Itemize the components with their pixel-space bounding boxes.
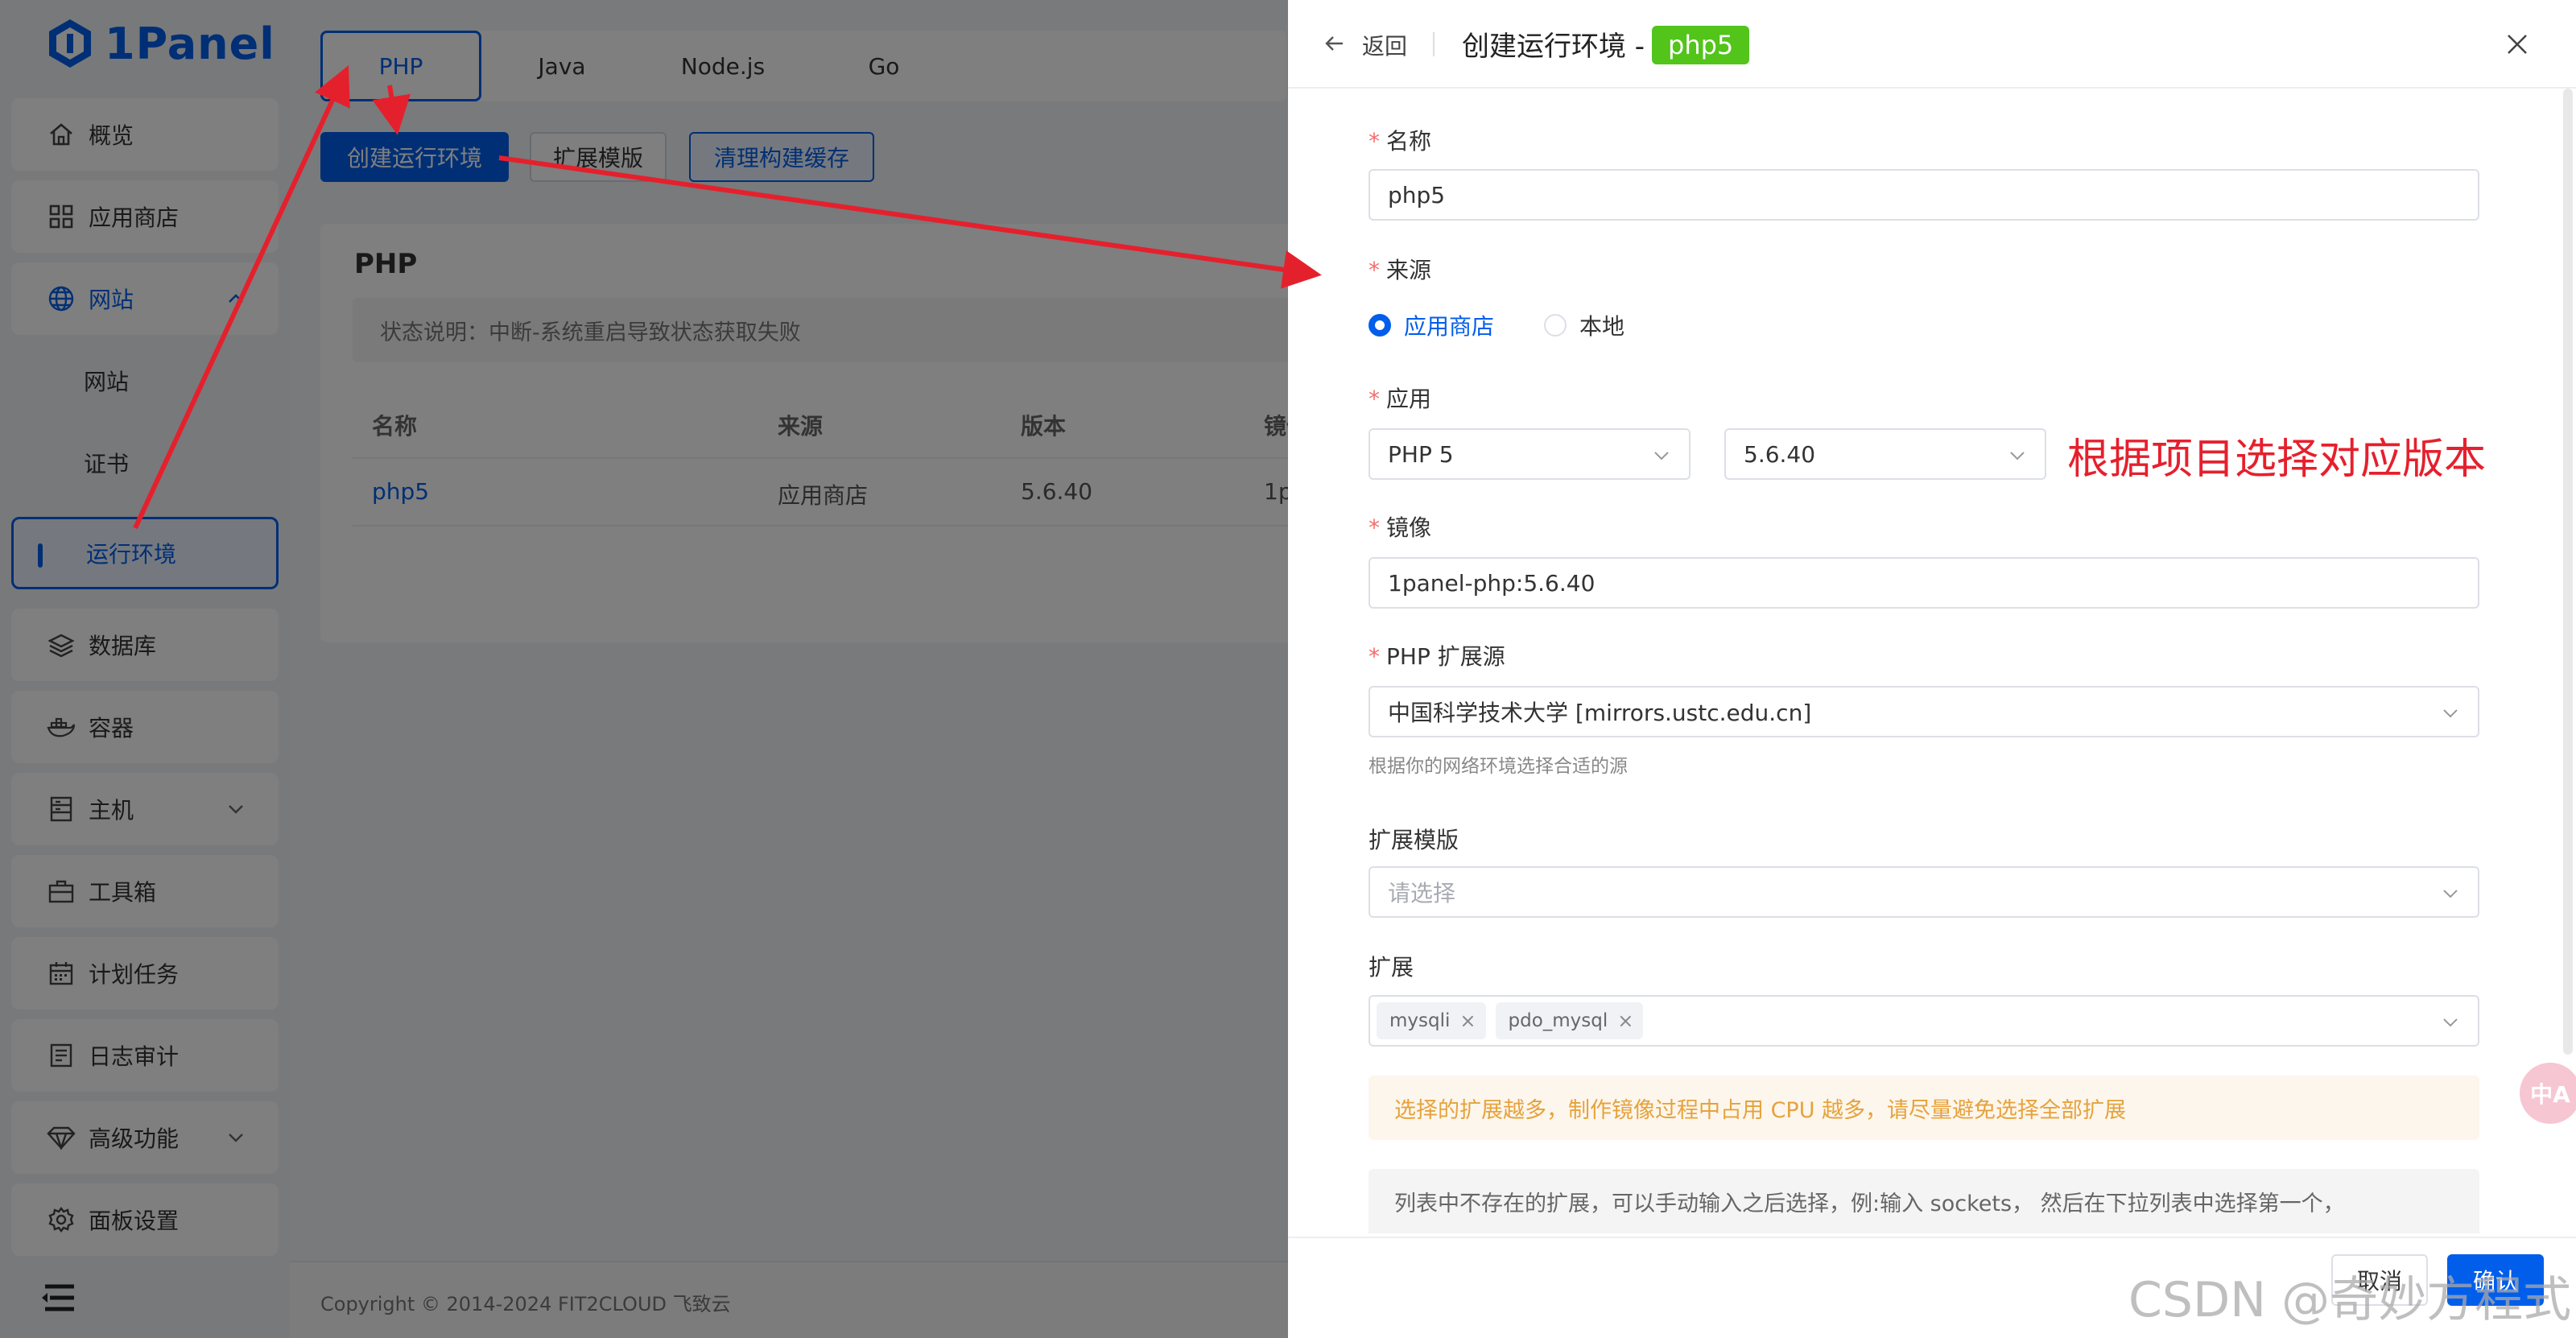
extension-tag: mysqli × bbox=[1377, 1002, 1486, 1039]
chevron-down-icon bbox=[2010, 452, 2025, 460]
name-input[interactable]: php5 bbox=[1368, 169, 2479, 221]
warning-alert: 选择的扩展越多，制作镜像过程中占用 CPU 越多，请尽量避免选择全部扩展 bbox=[1368, 1076, 2479, 1140]
chevron-down-icon bbox=[2443, 890, 2458, 898]
back-button[interactable]: 返回 bbox=[1362, 29, 1407, 61]
translate-icon[interactable]: 中A bbox=[2520, 1063, 2576, 1124]
create-runtime-drawer: 返回 创建运行环境 - php5 * 名称 php5 * 来源 应用商店 本地 * 应… bbox=[1288, 0, 2576, 1338]
chevron-down-icon bbox=[2443, 709, 2458, 718]
ext-template-select[interactable]: 请选择 bbox=[1368, 866, 2479, 918]
chevron-down-icon bbox=[2443, 1018, 2458, 1027]
image-input[interactable]: 1panel-php:5.6.40 bbox=[1368, 557, 2479, 609]
source-radio-app-store[interactable]: 应用商店 bbox=[1368, 309, 1494, 341]
image-label: * 镜像 bbox=[1368, 514, 1432, 541]
source-radio-local[interactable]: 本地 bbox=[1544, 309, 1624, 341]
divider bbox=[1433, 32, 1435, 56]
close-icon[interactable]: × bbox=[1617, 1010, 1633, 1032]
ext-source-select[interactable]: 中国科学技术大学 [mirrors.ustc.edu.cn] bbox=[1368, 686, 2479, 737]
close-icon[interactable] bbox=[2504, 31, 2531, 58]
chevron-down-icon bbox=[1654, 452, 1669, 460]
ext-source-label: * PHP 扩展源 bbox=[1368, 643, 1505, 670]
ext-template-label: 扩展模版 bbox=[1368, 827, 1459, 853]
info-alert: 列表中不存在的扩展，可以手动输入之后选择，例:输入 sockets， 然后在下拉… bbox=[1368, 1169, 2479, 1233]
app-label: * 应用 bbox=[1368, 386, 1432, 412]
drawer-header: 返回 创建运行环境 - php5 bbox=[1288, 0, 2576, 89]
extensions-label: 扩展 bbox=[1368, 954, 1414, 981]
close-icon[interactable]: × bbox=[1459, 1010, 1476, 1032]
watermark: CSDN @奇妙方程式 bbox=[2128, 1272, 2572, 1328]
scrollbar[interactable] bbox=[2563, 89, 2573, 1055]
ext-source-hint: 根据你的网络环境选择合适的源 bbox=[1368, 756, 1628, 777]
name-label: * 名称 bbox=[1368, 128, 1432, 155]
source-label: * 来源 bbox=[1368, 257, 1432, 283]
extensions-select[interactable]: mysqli × pdo_mysql × bbox=[1368, 995, 2479, 1047]
radio-checked-icon bbox=[1368, 314, 1391, 337]
radio-unchecked-icon bbox=[1544, 314, 1567, 337]
version-select[interactable]: 5.6.40 bbox=[1724, 428, 2046, 480]
title-tag: php5 bbox=[1652, 26, 1750, 64]
modal-overlay[interactable] bbox=[0, 0, 1288, 1338]
app-select[interactable]: PHP 5 bbox=[1368, 428, 1690, 480]
annotation-text: 根据项目选择对应版本 bbox=[2067, 436, 2487, 484]
back-arrow-icon[interactable] bbox=[1322, 31, 1348, 56]
extension-tag: pdo_mysql × bbox=[1495, 1002, 1644, 1039]
drawer-title: 创建运行环境 - bbox=[1462, 31, 1645, 63]
